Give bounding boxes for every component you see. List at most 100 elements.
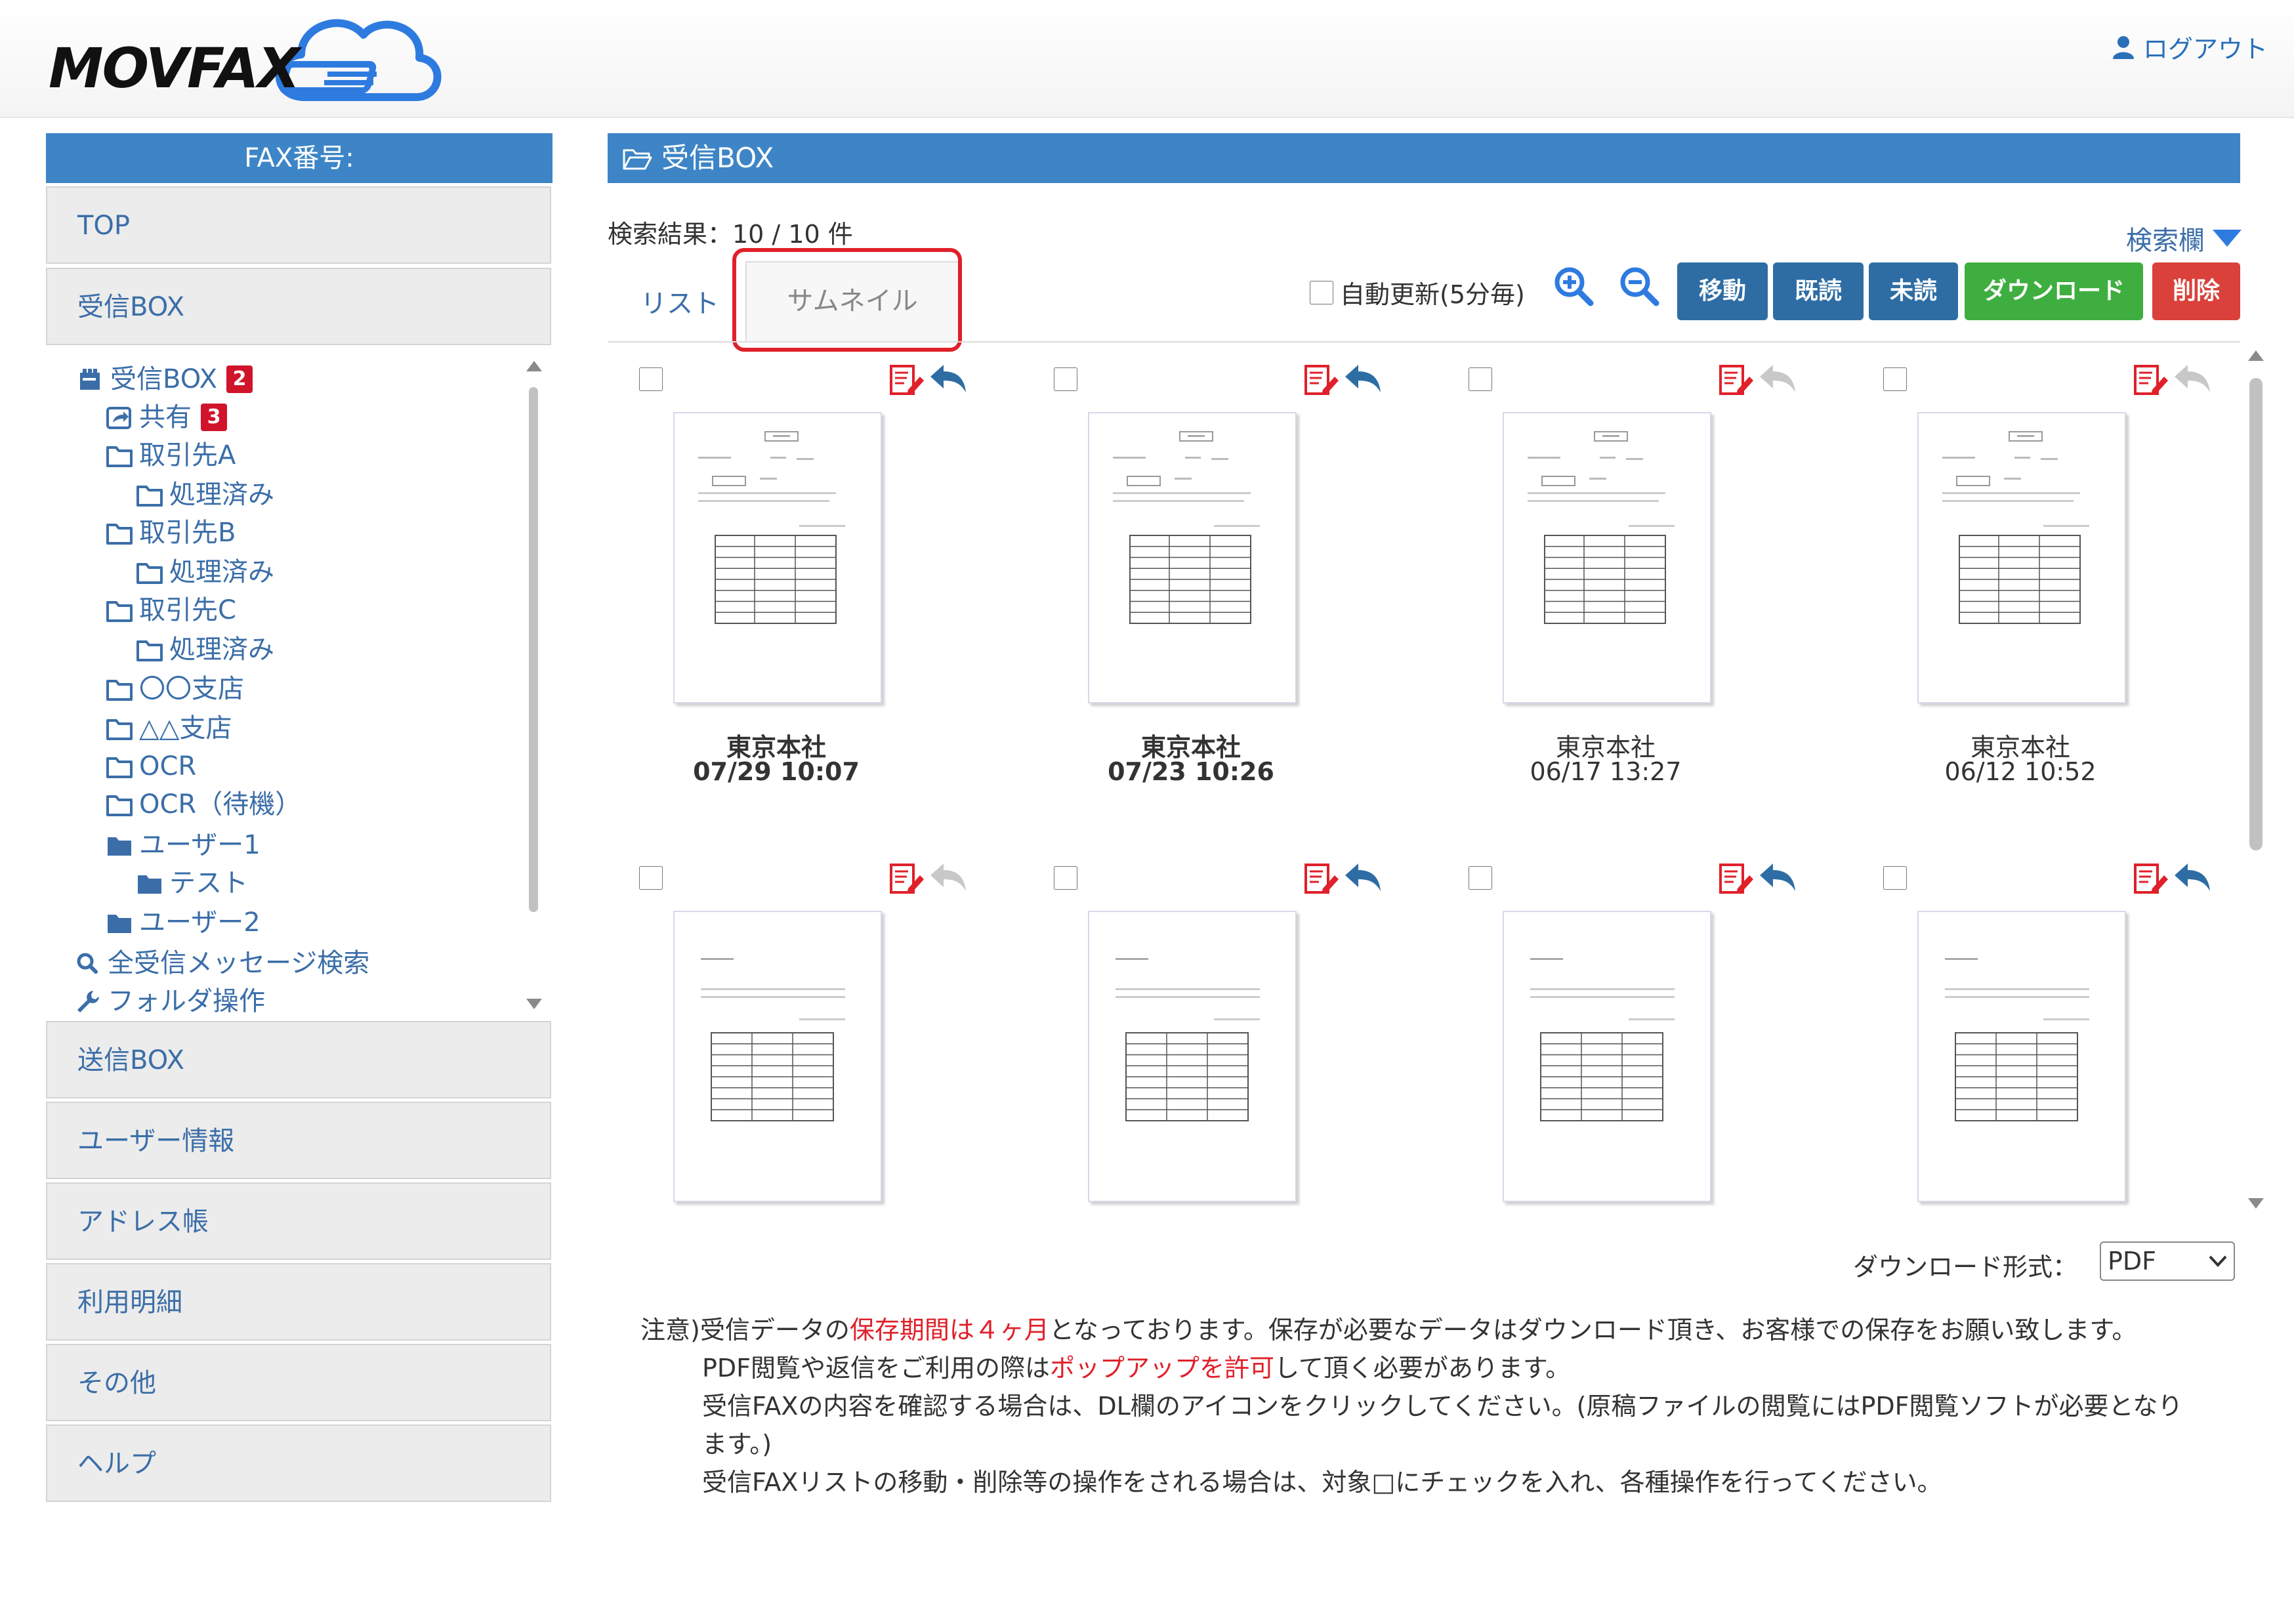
inbox-icon <box>76 366 105 392</box>
reply-icon[interactable] <box>2173 362 2213 395</box>
fax-thumbnail[interactable] <box>1503 911 1711 1202</box>
tree-item[interactable]: 処理済み <box>135 555 274 589</box>
edit-memo-icon[interactable] <box>2133 862 2169 896</box>
fax-thumbnail[interactable] <box>1088 412 1297 703</box>
fax-select-checkbox[interactable] <box>1469 367 1492 391</box>
fax-select-checkbox[interactable] <box>1054 367 1077 391</box>
fax-select-checkbox[interactable] <box>639 866 663 890</box>
note-retention: 注意)受信データの保存期間は４ヶ月となっております。保存が必要なデータはダウンロ… <box>640 1316 2137 1344</box>
nav-sent-box[interactable]: 送信BOX <box>46 1021 551 1098</box>
tree-item-label: 処理済み <box>169 635 274 665</box>
reply-icon[interactable] <box>1344 861 1383 894</box>
tree-item[interactable]: 取引先A <box>105 438 236 472</box>
fax-thumbnail[interactable] <box>673 911 882 1202</box>
tree-item[interactable]: ユーザー1 <box>105 828 261 862</box>
nav-user-info[interactable]: ユーザー情報 <box>46 1102 551 1179</box>
fax-thumbnail[interactable] <box>1917 911 2126 1202</box>
auto-refresh-label: 自動更新(5分毎) <box>1340 280 1525 309</box>
edit-memo-icon[interactable] <box>1718 862 1755 896</box>
unread-count-badge: 2 <box>226 365 253 393</box>
zoom-in-icon[interactable] <box>1553 265 1595 307</box>
fax-thumbnail[interactable] <box>1917 412 2126 703</box>
folder-outline-icon <box>105 791 134 818</box>
nav-help[interactable]: ヘルプ <box>46 1425 551 1502</box>
tree-item[interactable]: 取引先B <box>105 516 236 550</box>
fax-card <box>1025 846 1440 1319</box>
tree-item-label: △△支店 <box>139 713 232 743</box>
mark-unread-button[interactable]: 未読 <box>1869 262 1958 320</box>
tree-item-label: OCR（待機） <box>139 789 302 820</box>
tree-item[interactable]: 処理済み <box>135 478 274 512</box>
tree-item[interactable]: OCR（待機） <box>105 787 301 822</box>
note-view-pdf: 受信FAXの内容を確認する場合は、DL欄のアイコンをクリックしてください。(原稿… <box>702 1392 2183 1459</box>
tree-item[interactable]: △△支店 <box>105 711 232 745</box>
fax-select-checkbox[interactable] <box>1883 866 1907 890</box>
fax-card <box>1440 846 1854 1319</box>
tree-item[interactable]: 取引先C <box>105 593 236 627</box>
tree-item[interactable]: フォルダ操作 <box>73 984 265 1018</box>
nav-other[interactable]: その他 <box>46 1344 551 1421</box>
edit-memo-icon[interactable] <box>1303 364 1340 398</box>
tab-list[interactable]: リスト <box>640 282 719 320</box>
move-button[interactable]: 移動 <box>1677 262 1768 320</box>
fax-select-checkbox[interactable] <box>639 367 663 391</box>
search-panel-toggle[interactable]: 検索欄 <box>2126 219 2242 257</box>
reply-icon[interactable] <box>1344 362 1383 395</box>
tree-item[interactable]: テスト <box>135 866 248 900</box>
reply-icon[interactable] <box>929 861 969 894</box>
download-format-select[interactable]: PDF <box>2100 1241 2235 1281</box>
tree-scroll-down-icon[interactable] <box>526 999 542 1009</box>
auto-refresh-checkbox[interactable] <box>1310 280 1333 304</box>
edit-memo-icon[interactable] <box>2133 364 2169 398</box>
fax-thumbnail[interactable] <box>1503 412 1711 703</box>
fax-card: 東京本社 07/29 10:07 <box>610 348 1025 820</box>
grid-scrollbar-thumb[interactable] <box>2249 378 2263 850</box>
tree-item-label: 処理済み <box>169 557 274 587</box>
tree-item[interactable]: 全受信メッセージ検索 <box>73 946 369 980</box>
folder-solid-icon <box>105 909 134 936</box>
tree-item-label: 全受信メッセージ検索 <box>108 948 370 978</box>
fax-select-checkbox[interactable] <box>1054 866 1077 890</box>
delete-button[interactable]: 削除 <box>2152 262 2240 320</box>
tree-item[interactable]: 処理済み <box>135 633 274 667</box>
edit-memo-icon[interactable] <box>1718 364 1755 398</box>
edit-memo-icon[interactable] <box>1303 862 1340 896</box>
nav-top[interactable]: TOP <box>46 186 551 264</box>
mark-read-button[interactable]: 既読 <box>1773 262 1864 320</box>
reply-icon[interactable] <box>929 362 969 395</box>
reply-icon[interactable] <box>2173 861 2213 894</box>
tree-item[interactable]: OCR <box>105 749 196 783</box>
fax-thumbnail[interactable] <box>673 412 882 703</box>
folder-outline-icon <box>135 482 164 508</box>
reply-icon[interactable] <box>1759 362 1798 395</box>
download-button[interactable]: ダウンロード <box>1965 262 2143 320</box>
nav-usage-details[interactable]: 利用明細 <box>46 1263 551 1341</box>
tab-divider <box>608 341 2240 343</box>
tree-item-label: テスト <box>169 868 248 898</box>
tree-item[interactable]: 共有 3 <box>105 400 227 434</box>
grid-scroll-up-icon[interactable] <box>2248 350 2264 361</box>
tree-item-label: 取引先A <box>139 440 236 470</box>
fax-select-checkbox[interactable] <box>1469 866 1492 890</box>
edit-memo-icon[interactable] <box>888 364 925 398</box>
nav-address-book[interactable]: アドレス帳 <box>46 1182 551 1260</box>
zoom-out-icon[interactable] <box>1618 265 1660 307</box>
folder-outline-icon <box>105 753 134 780</box>
tree-item[interactable]: 〇〇支店 <box>105 672 244 706</box>
tree-scrollbar-thumb[interactable] <box>529 387 538 912</box>
reply-icon[interactable] <box>1759 861 1798 894</box>
tree-item[interactable]: ユーザー2 <box>105 906 261 940</box>
app-header: MOVFAX ログアウト <box>0 0 2294 118</box>
logo[interactable]: MOVFAX <box>49 41 300 96</box>
nav-inbox[interactable]: 受信BOX <box>46 268 551 345</box>
triangle-down-icon <box>2213 230 2242 247</box>
fax-thumbnail[interactable] <box>1088 911 1297 1202</box>
tree-scroll-up-icon[interactable] <box>526 361 542 371</box>
logout-link[interactable]: ログアウト <box>2110 29 2268 65</box>
edit-memo-icon[interactable] <box>888 862 925 896</box>
tab-thumbnail[interactable]: サムネイル <box>745 261 959 341</box>
fax-select-checkbox[interactable] <box>1883 367 1907 391</box>
auto-refresh-toggle[interactable]: 自動更新(5分毎) <box>1310 274 1525 310</box>
tree-item[interactable]: 受信BOX 2 <box>76 362 253 396</box>
grid-scroll-down-icon[interactable] <box>2248 1198 2264 1209</box>
